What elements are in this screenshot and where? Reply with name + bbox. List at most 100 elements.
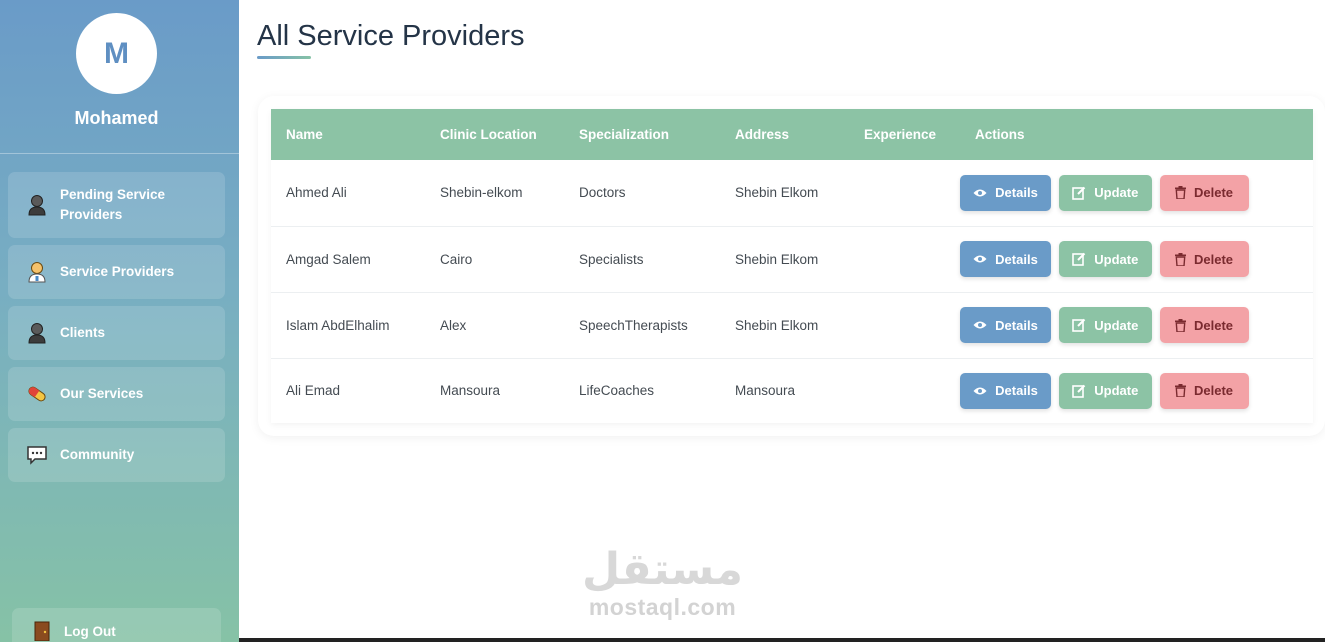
sidebar-item-label: Service Providers [60,263,175,279]
edit-icon [1072,252,1086,266]
trash-icon [1175,186,1187,200]
cell-actions: Details Update Delete [960,358,1313,423]
table-row: Ahmed Ali Shebin-elkom Doctors Shebin El… [271,160,1313,226]
cell-experience [849,292,960,358]
avatar: M [76,13,157,94]
edit-icon [1072,384,1086,398]
cell-address: Shebin Elkom [735,185,819,201]
sidebar-item-label: Pending Service Providers [60,186,166,222]
update-label: Update [1094,383,1139,399]
logout-button[interactable]: Log Out [12,608,221,642]
table-row: Islam AbdElhalim Alex SpeechTherapists S… [271,292,1313,358]
details-button[interactable]: Details [960,174,1051,211]
trash-icon [1175,252,1187,266]
mostaql-watermark: مستقل mostaql.com [580,548,745,630]
table-row: Amgad Salem Cairo Specialists Shebin Elk… [271,226,1313,292]
delete-button[interactable]: Delete [1159,241,1249,277]
details-label: Details [995,185,1038,201]
update-label: Update [1094,251,1139,267]
delete-label: Delete [1194,185,1234,201]
update-label: Update [1094,185,1139,201]
update-button[interactable]: Update [1058,372,1152,409]
sidebar-item-our-services[interactable]: Our Services [8,367,225,421]
cell-actions: Details Update Delete [960,292,1313,358]
cell-experience [849,226,960,292]
cell-specialization: Doctors [579,185,626,201]
logout-label: Log Out [64,624,116,639]
cell-actions: Details Update Delete [960,160,1313,226]
sidebar-item-label: Our Services [60,385,144,401]
eye-icon [973,320,987,330]
eye-icon [973,386,987,396]
sidebar-item-label: Community [60,446,135,462]
delete-button[interactable]: Delete [1159,372,1249,409]
pill-icon [26,383,48,405]
delete-label: Delete [1194,383,1234,399]
cell-specialization: LifeCoaches [579,383,655,399]
update-label: Update [1094,317,1139,333]
trash-icon [1175,384,1187,398]
cell-address: Shebin Elkom [735,317,819,333]
update-button[interactable]: Update [1058,174,1152,211]
update-button[interactable]: Update [1058,307,1152,343]
cell-name: Amgad Salem [286,251,371,267]
cell-name: Islam AbdElhalim [286,317,390,333]
details-button[interactable]: Details [960,372,1051,409]
page-title: All Service Providers [257,20,525,52]
speech-bubble-icon [26,444,48,466]
sidebar: M Mohamed Pending Service Providers Serv… [0,0,239,642]
sidebar-nav: Pending Service Providers Service Provid… [8,172,225,489]
sidebar-username: Mohamed [74,108,159,128]
column-header-actions: Actions [975,127,1025,142]
person-dark-icon [26,194,48,216]
cell-name: Ali Emad [286,383,341,399]
edit-icon [1072,186,1086,200]
column-header-address: Address [735,127,790,142]
details-button[interactable]: Details [960,307,1051,343]
cell-name: Ahmed Ali [286,185,347,201]
title-underline [257,56,311,59]
cell-address: Shebin Elkom [735,251,819,267]
trash-icon [1175,318,1187,332]
service-providers-table: Name Clinic Location Specialization Addr… [271,109,1313,423]
table-header-row: Name Clinic Location Specialization Addr… [271,109,1313,160]
details-button[interactable]: Details [960,241,1051,277]
health-worker-icon [26,261,48,283]
cell-specialization: Specialists [579,251,644,267]
cell-clinic-location: Mansoura [440,383,501,399]
cell-clinic-location: Alex [440,317,467,333]
details-label: Details [995,251,1038,267]
delete-label: Delete [1194,317,1234,333]
column-header-specialization: Specialization [579,127,670,142]
cell-clinic-location: Shebin-elkom [440,185,523,201]
cell-experience [849,358,960,423]
update-button[interactable]: Update [1058,241,1152,277]
person-dark-icon [26,322,48,344]
edit-icon [1072,318,1086,332]
delete-label: Delete [1194,251,1234,267]
cell-actions: Details Update Delete [960,226,1313,292]
cell-experience [849,160,960,226]
sidebar-item-community[interactable]: Community [8,428,225,482]
column-header-clinic-location: Clinic Location [440,127,537,142]
column-header-experience: Experience [864,127,937,142]
eye-icon [973,188,987,198]
sidebar-item-pending-service-providers[interactable]: Pending Service Providers [8,172,225,238]
table-row: Ali Emad Mansoura LifeCoaches Mansoura D… [271,358,1313,423]
cell-specialization: SpeechTherapists [579,317,688,333]
bottom-edge-bar [239,638,1325,642]
eye-icon [973,254,987,264]
sidebar-item-service-providers[interactable]: Service Providers [8,245,225,299]
column-header-name: Name [286,127,323,142]
sidebar-item-clients[interactable]: Clients [8,306,225,360]
details-label: Details [995,383,1038,399]
sidebar-divider [0,153,239,154]
delete-button[interactable]: Delete [1159,307,1249,343]
cell-clinic-location: Cairo [440,251,473,267]
delete-button[interactable]: Delete [1159,174,1249,211]
cell-address: Mansoura [735,383,796,399]
watermark-latin-text: mostaql.com [588,594,737,620]
details-label: Details [995,317,1038,333]
watermark-arabic-text: مستقل [582,545,743,594]
door-icon [34,621,50,642]
